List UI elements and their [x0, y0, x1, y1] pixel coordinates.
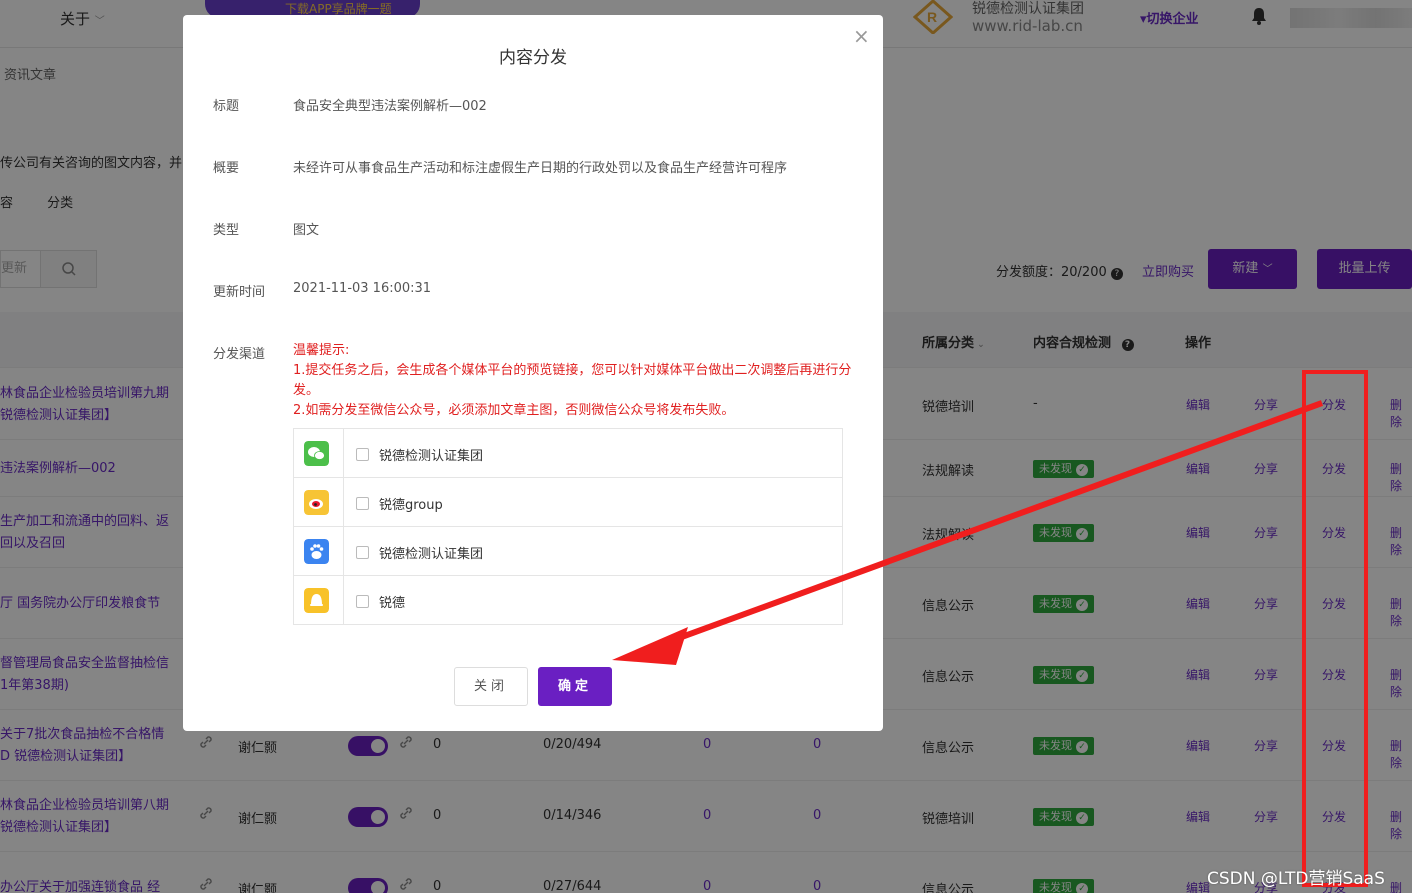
- annotation-arrow: [612, 400, 1324, 665]
- watermark: CSDN @LTD营销SaaS: [1207, 869, 1385, 889]
